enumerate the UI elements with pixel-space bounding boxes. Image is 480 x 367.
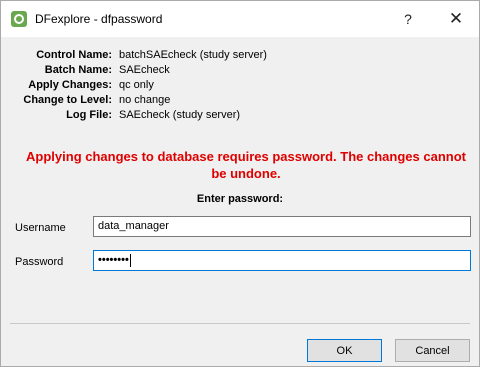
info-row-apply-changes: Apply Changes: qc only (1, 78, 479, 93)
info-value: qc only (119, 79, 154, 91)
info-row-control-name: Control Name: batchSAEcheck (study serve… (1, 48, 479, 63)
close-button[interactable]: ✕ (433, 1, 479, 37)
info-value: batchSAEcheck (study server) (119, 49, 267, 61)
info-label: Change to Level: (23, 94, 112, 106)
warning-message: Applying changes to database requires pa… (26, 149, 466, 181)
username-label: Username (15, 222, 66, 234)
close-icon: ✕ (448, 9, 464, 28)
info-value: SAEcheck (119, 64, 170, 76)
cancel-button[interactable]: Cancel (395, 339, 470, 362)
divider (10, 323, 470, 324)
ok-button[interactable]: OK (307, 339, 382, 362)
password-field[interactable]: •••••••• (93, 250, 471, 271)
batch-info: Control Name: batchSAEcheck (study serve… (1, 48, 479, 123)
info-label: Control Name: (36, 49, 112, 61)
dfexplore-app-icon (11, 11, 27, 27)
info-row-log-file: Log File: SAEcheck (study server) (1, 108, 479, 123)
help-button[interactable]: ? (385, 1, 431, 37)
help-icon: ? (404, 11, 412, 27)
window-title: DFexplore - dfpassword (35, 12, 163, 26)
password-mask: •••••••• (98, 254, 129, 266)
password-label: Password (15, 256, 64, 268)
enter-password-heading: Enter password: (196, 193, 284, 205)
info-row-change-to-level: Change to Level: no change (1, 93, 479, 108)
title-bar: DFexplore - dfpassword ? ✕ (1, 1, 479, 37)
info-label: Log File: (66, 109, 112, 121)
username-field[interactable]: data_manager (93, 216, 471, 237)
text-caret (129, 253, 131, 267)
info-label: Apply Changes: (28, 79, 112, 91)
dfpassword-dialog: DFexplore - dfpassword ? ✕ Control Name:… (0, 0, 480, 367)
info-row-batch-name: Batch Name: SAEcheck (1, 63, 479, 78)
info-value: SAEcheck (study server) (119, 109, 241, 121)
info-label: Batch Name: (44, 64, 112, 76)
info-value: no change (119, 94, 171, 106)
